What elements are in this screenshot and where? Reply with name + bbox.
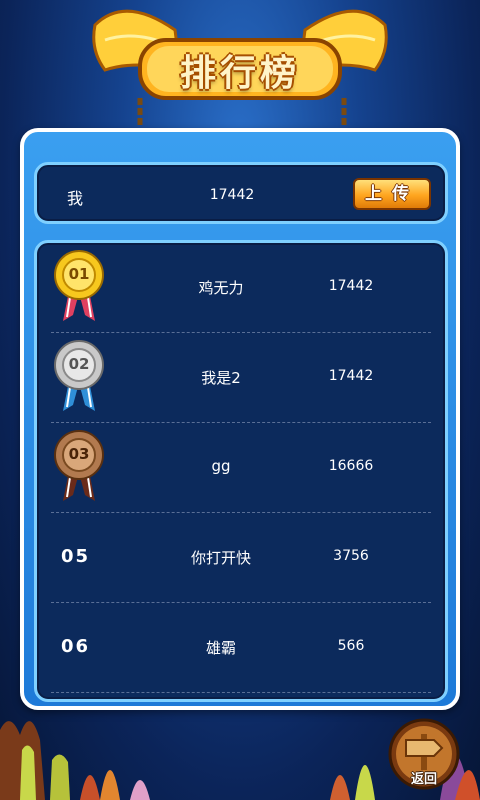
bronze-medal-icon [54, 430, 104, 501]
player-name: 你打开快 [190, 549, 251, 567]
player-score: 17442 [328, 368, 374, 384]
player-score: 17442 [328, 278, 374, 294]
silver-medal-icon [54, 340, 104, 411]
player-name: 雄霸 [205, 639, 236, 657]
rank-number: 03 [68, 445, 90, 463]
back-button[interactable]: 返回 [386, 716, 462, 792]
leaderboard-row: 05 你打开快 3756 [51, 513, 431, 603]
rank-number: 06 [61, 636, 91, 657]
rank-number: 02 [68, 355, 90, 373]
page-title: 排行榜 [179, 53, 300, 94]
upload-button[interactable]: 上传 [353, 178, 431, 210]
player-name: 鸡无力 [198, 279, 244, 297]
player-score: 3756 [333, 548, 369, 564]
my-score-box: 我 17442 上传 [34, 162, 448, 224]
player-score: 566 [337, 638, 365, 654]
player-score: 16666 [328, 458, 374, 474]
rank-number: 05 [61, 546, 91, 567]
leaderboard-row: 02 我是2 17442 [51, 333, 431, 423]
leaderboard-row: 03 gg 16666 [51, 423, 431, 513]
gold-medal-icon [54, 250, 104, 321]
player-name: gg [211, 457, 231, 475]
back-button-label: 返回 [410, 772, 437, 787]
player-name: 我是2 [201, 369, 241, 387]
leaderboard-row: 01 鸡无力 17442 [51, 243, 431, 333]
leaderboard-panel: 我 17442 上传 01 鸡无力 17442 02 我是2 17442 03 … [20, 128, 460, 710]
rank-number: 01 [68, 265, 90, 283]
my-score: 17442 [209, 187, 255, 203]
leaderboard-list[interactable]: 01 鸡无力 17442 02 我是2 17442 03 gg 16666 05… [34, 240, 448, 702]
my-name: 我 [67, 189, 84, 208]
leaderboard-row: 06 雄霸 566 [51, 603, 431, 693]
